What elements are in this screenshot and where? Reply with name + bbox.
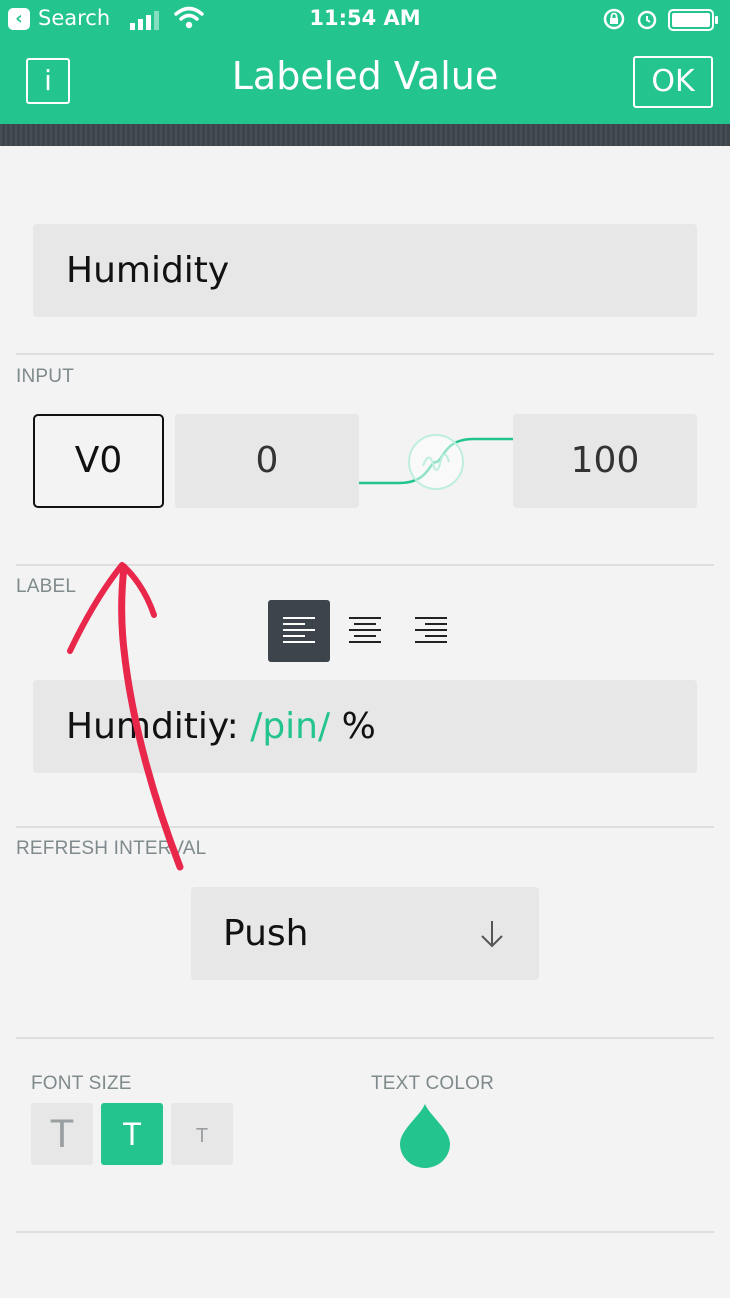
align-left-button[interactable] [268,600,330,662]
arrow-down-icon [481,921,503,948]
label-text-input[interactable]: Humditiy: /pin/ % [33,680,697,773]
label-pin-token: /pin/ [250,706,331,747]
font-size-section-label: FONT SIZE [31,1073,132,1094]
refresh-interval-value: Push [223,913,309,954]
refresh-interval-dropdown[interactable]: Push [191,887,539,980]
font-size-large-button[interactable]: T [31,1103,93,1165]
max-value-input[interactable]: 100 [513,414,697,508]
align-right-button[interactable] [400,600,462,662]
label-section-label: LABEL [16,576,77,597]
ok-button[interactable]: OK [633,56,713,108]
mapping-curve-icon[interactable] [359,420,513,504]
divider [16,1231,714,1233]
align-right-icon [415,617,447,643]
label-text-prefix: Humditiy: [66,706,251,747]
widget-name-input[interactable]: Humidity [33,224,697,317]
text-color-section-label: TEXT COLOR [371,1073,495,1094]
rotation-lock-icon [603,8,625,30]
font-size-small-button[interactable]: T [171,1103,233,1165]
header-pattern-strip [0,124,730,146]
refresh-section-label: REFRESH INTERVAL [16,838,207,859]
divider [16,353,714,355]
align-center-button[interactable] [334,600,396,662]
divider [16,1037,714,1039]
pin-selector[interactable]: V0 [33,414,164,508]
color-drop-icon[interactable] [398,1102,452,1168]
font-size-medium-button[interactable]: T [101,1103,163,1165]
label-text-suffix: % [330,706,376,747]
battery-icon [668,9,718,31]
divider [16,564,714,566]
alarm-clock-icon [637,10,657,30]
page-title: Labeled Value [231,54,499,98]
min-value-input[interactable]: 0 [175,414,359,508]
status-bar: ‹ Search 11:54 AM [0,0,730,40]
divider [16,826,714,828]
nav-bar: i Labeled Value OK [0,40,730,124]
align-center-icon [349,617,381,643]
align-left-icon [283,617,315,643]
input-section-label: INPUT [16,366,74,387]
